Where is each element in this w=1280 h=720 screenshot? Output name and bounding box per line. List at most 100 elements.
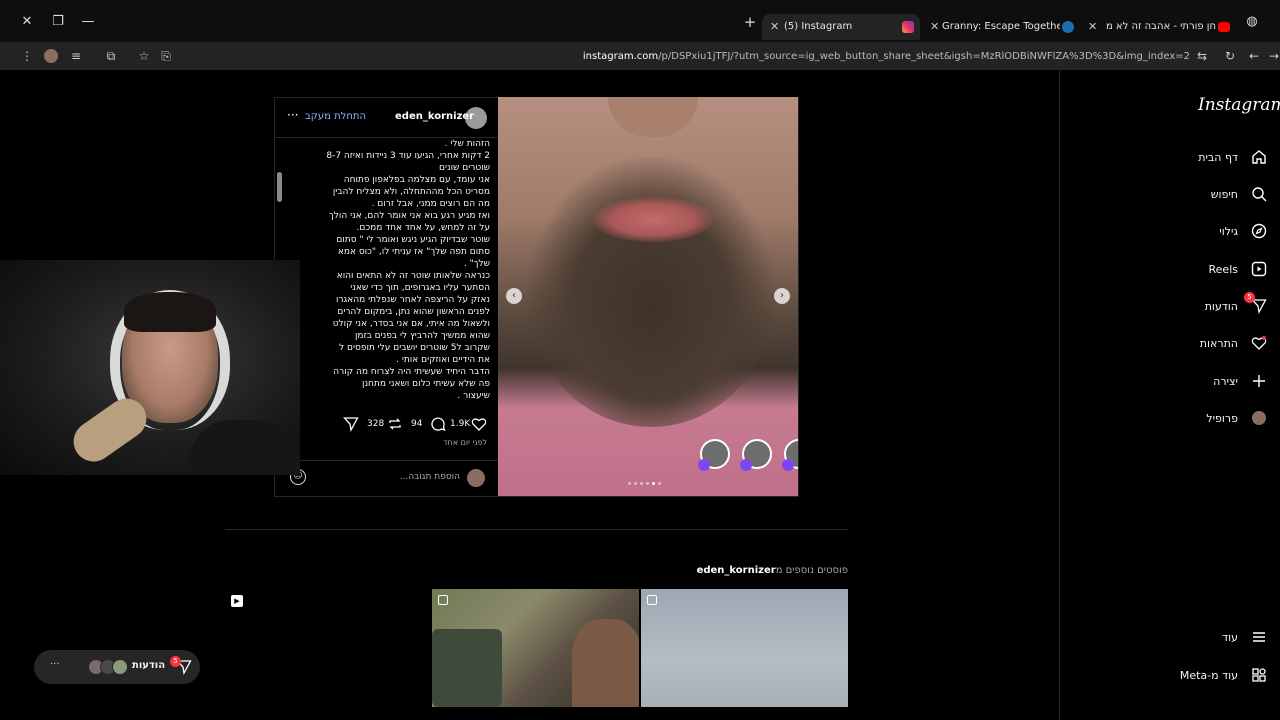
tab-instagram[interactable]: ✕ (5) Instagram: [762, 14, 920, 40]
reading-list-icon[interactable]: ≡: [68, 48, 84, 64]
caption-line: מסריט הכל מההתחלה, ולא מצליח להבין: [332, 187, 490, 197]
profile-avatar[interactable]: [44, 49, 58, 63]
next-slide-button[interactable]: ›: [774, 288, 790, 304]
post-media[interactable]: ‹ ›: [498, 97, 798, 496]
contact-avatar: [112, 659, 128, 675]
youtube-favicon-icon: [1218, 22, 1230, 32]
tag-badge-icon: [782, 459, 794, 471]
share-page-icon[interactable]: ⎘: [158, 48, 174, 64]
more-posts-username[interactable]: eden_kornizer: [697, 565, 776, 576]
likes-count[interactable]: 1.9K: [450, 419, 470, 429]
caption-line: אני עומד, עם מצלמה בפלאפון פתוחה: [343, 175, 490, 185]
comment-input[interactable]: הוספת תגובה...: [365, 472, 460, 482]
tab-title: (5) Instagram: [784, 21, 853, 32]
post-caption: הזהות שלי . 2 דקות אחרי, הגיעו עוד 3 נייד…: [292, 138, 490, 408]
tab-youtube[interactable]: ✕ חן פורתי - אהבה זה לא מספיק: [1084, 14, 1234, 40]
tagged-user-avatar[interactable]: [782, 439, 798, 471]
sidebar-item-profile[interactable]: פרופיל: [1088, 408, 1268, 428]
url-path: /p/DSPxiu1jTFJ/?utm_source=ig_web_button…: [658, 51, 1190, 62]
carousel-dot: [658, 482, 661, 485]
sidebar-item-notifications[interactable]: התראות: [1088, 333, 1268, 353]
sidebar-item-reels[interactable]: Reels: [1088, 259, 1268, 279]
messages-pill-badge: 5: [170, 656, 181, 667]
caption-line: שהוא ממשיך להרביץ לי בפנים בזמן: [354, 331, 490, 341]
sidebar-item-create[interactable]: יצירה: [1088, 371, 1268, 391]
tab-title: Granny: Escape Together on Steam: [942, 21, 1060, 32]
messenger-icon: 5: [1244, 292, 1268, 315]
thumb-face: [572, 619, 639, 707]
sidebar-item-messages[interactable]: 5 הודעות: [1088, 292, 1268, 316]
caption-line: כנראה שלאותו שוטר זה לא התאים והוא: [336, 271, 490, 281]
follow-button[interactable]: התחלת מעקב: [305, 111, 366, 122]
globe-icon[interactable]: ◍: [1244, 14, 1260, 30]
prev-slide-button[interactable]: ‹: [506, 288, 522, 304]
caption-line: שוטרים שונים: [438, 163, 490, 173]
tagged-user-avatar[interactable]: [698, 439, 730, 471]
sidebar-item-search[interactable]: חיפוש: [1088, 184, 1268, 204]
window-restore-icon[interactable]: ❐: [50, 14, 66, 30]
carousel-icon: [647, 595, 657, 605]
carousel-dot: [640, 482, 643, 485]
site-settings-icon[interactable]: ⇆: [1194, 48, 1210, 64]
reel-icon: ▶: [231, 595, 243, 607]
more-posts-title: פוסטים נוספים מeden_kornizer: [640, 565, 848, 576]
post-thumbnail[interactable]: ▶: [225, 589, 432, 707]
instagram-logo[interactable]: Instagram: [1198, 95, 1280, 115]
scrollbar-thumb[interactable]: [277, 172, 282, 202]
address-bar[interactable]: instagram.com/p/DSPxiu1jTFJ/?utm_source=…: [560, 49, 1190, 65]
url-domain: instagram.com: [582, 51, 659, 62]
post-thumbnail[interactable]: [432, 589, 639, 707]
repost-icon[interactable]: [387, 416, 403, 436]
sidebar-item-meta[interactable]: עוד מ-Meta: [1088, 665, 1268, 685]
back-icon[interactable]: ←: [1246, 48, 1262, 64]
sidebar-item-label: התראות: [1199, 336, 1238, 350]
carousel-dot: [628, 482, 631, 485]
more-options-icon[interactable]: ···: [287, 108, 298, 122]
carousel-icon: [438, 595, 448, 605]
tab-close-icon[interactable]: ✕: [770, 14, 779, 40]
caption-line: את הידיים ואוזקים אותי .: [396, 355, 490, 365]
sidebar-item-home[interactable]: דף הבית: [1088, 147, 1268, 167]
window-close-icon[interactable]: ✕: [19, 14, 35, 30]
comments-count[interactable]: 94: [411, 419, 422, 429]
sidebar-item-label: פרופיל: [1206, 411, 1238, 425]
like-heart-icon[interactable]: [471, 416, 487, 436]
thumb-jeep: [432, 629, 502, 707]
tab-close-icon[interactable]: ✕: [1088, 14, 1097, 40]
reload-icon[interactable]: ↻: [1222, 48, 1238, 64]
kebab-menu-icon[interactable]: ⋮: [19, 48, 35, 64]
comment-box: הוספת תגובה... ☺: [275, 460, 498, 496]
comment-icon[interactable]: [430, 416, 446, 436]
share-icon[interactable]: [343, 416, 359, 436]
sidebar-item-more[interactable]: עוד: [1088, 627, 1268, 647]
author-username[interactable]: eden_kornizer: [395, 111, 474, 122]
post-header: eden_kornizer התחלת מעקב ···: [275, 98, 498, 138]
webcam-overlay: [0, 260, 300, 475]
meta-icon: [1250, 666, 1268, 684]
post-thumbnail[interactable]: [641, 589, 848, 707]
tab-steam[interactable]: ✕ Granny: Escape Together on Steam: [922, 14, 1082, 40]
window-minimize-icon[interactable]: —: [80, 14, 96, 30]
instagram-sidebar: [1059, 70, 1280, 720]
caption-line: ולשאול מה איתי, אם אני בסדר, אני קולט: [332, 319, 490, 329]
reposts-count[interactable]: 328: [367, 419, 384, 429]
reels-icon: [1250, 260, 1268, 278]
bookmark-star-icon[interactable]: ☆: [136, 48, 152, 64]
forward-icon[interactable]: →: [1266, 48, 1280, 64]
caption-line: נאזק על הריצפה לאחר שנפלתי מהאגרו: [336, 295, 490, 305]
tagged-user-avatar[interactable]: [740, 439, 772, 471]
tab-close-icon[interactable]: ✕: [930, 14, 939, 40]
sidebar-item-label: גילוי: [1219, 224, 1238, 238]
new-tab-icon[interactable]: +: [742, 14, 758, 30]
more-dots-icon: ···: [50, 659, 60, 670]
plus-icon: [1250, 372, 1268, 390]
streamer-hair: [124, 292, 216, 332]
caption-line: פה שלא עשיתי כלום ושאני מתחנן: [362, 379, 490, 389]
extensions-icon[interactable]: ⧉: [103, 48, 119, 64]
caption-line: על זה למחש, על אחד אחד ממכם.: [356, 223, 490, 233]
post-time: לפני יום אחד: [443, 438, 487, 447]
sidebar-item-explore[interactable]: גילוי: [1088, 221, 1268, 241]
caption-line: שקרוב ל5 שוטרים יושבים עלי תופסים ל: [339, 343, 490, 353]
messages-pill[interactable]: 5 הודעות ···: [34, 650, 200, 684]
carousel-dot: [634, 482, 637, 485]
